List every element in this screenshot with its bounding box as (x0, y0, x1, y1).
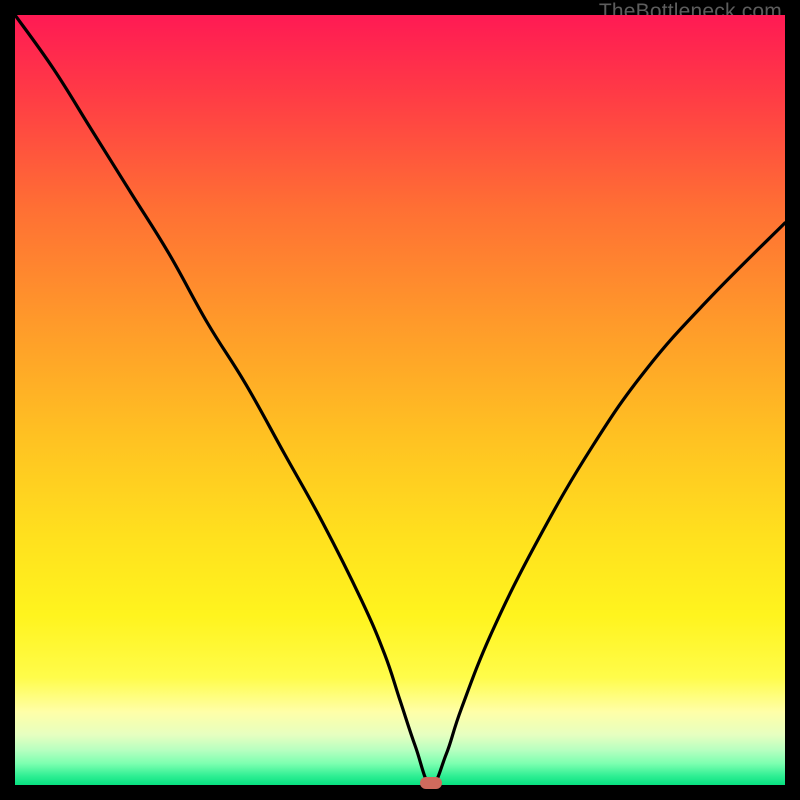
bottleneck-marker (420, 777, 442, 789)
chart-container: TheBottleneck.com (0, 0, 800, 800)
bottleneck-curve (15, 15, 785, 785)
curve-layer (15, 15, 785, 785)
plot-area (15, 15, 785, 785)
